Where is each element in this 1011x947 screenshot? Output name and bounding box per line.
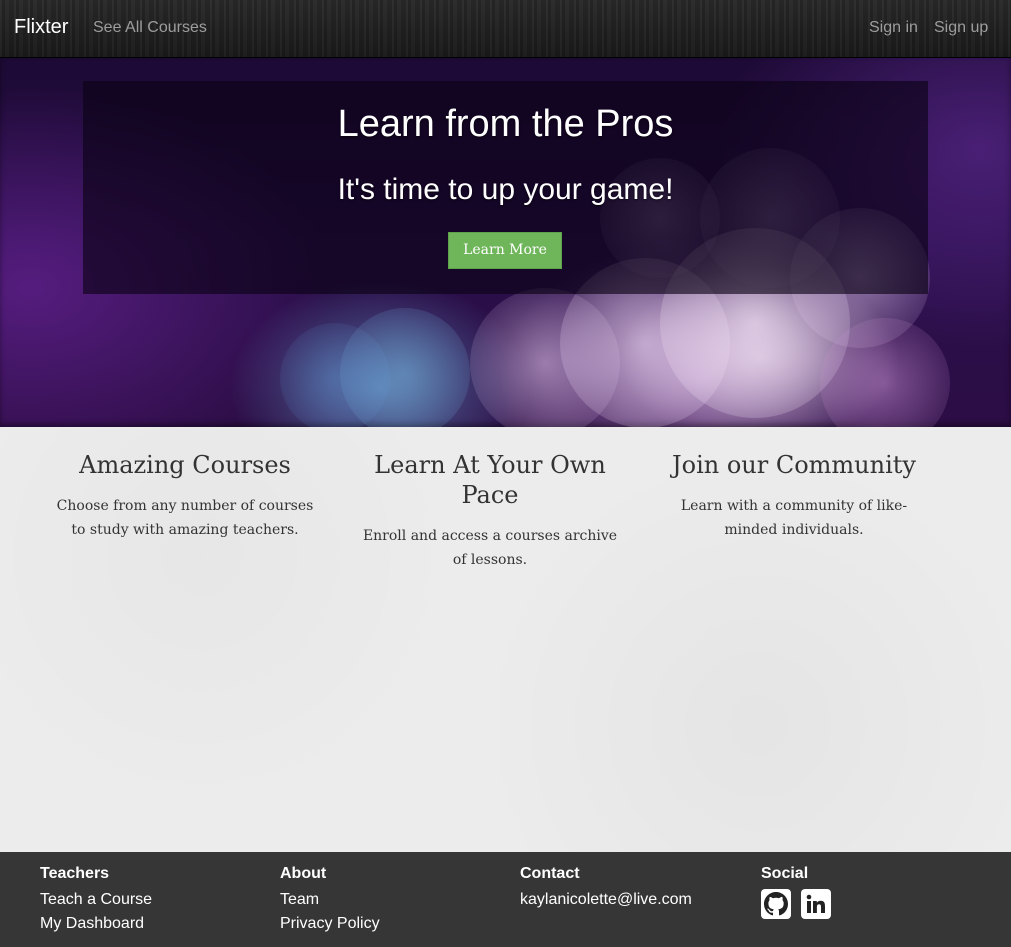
nav-link-see-all-courses[interactable]: See All Courses [93, 19, 207, 37]
footer-heading: About [280, 865, 327, 882]
learn-more-button[interactable]: Learn More [448, 232, 562, 269]
footer-column-contact: Contact kaylanicolette@live.com [520, 864, 692, 912]
site-footer: Teachers Teach a Course My Dashboard Abo… [0, 852, 1011, 947]
bokeh-light [470, 288, 620, 427]
footer-link-contact-email[interactable]: kaylanicolette@live.com [520, 888, 692, 912]
top-navbar: Flixter See All Courses Sign in Sign up [0, 0, 1011, 58]
footer-column-social: Social [761, 864, 831, 919]
feature-learn-at-your-own-pace: Learn At Your Own Pace Enroll and access… [345, 450, 635, 572]
bokeh-light [820, 318, 950, 427]
footer-link-team[interactable]: Team [280, 888, 380, 912]
social-icons [761, 889, 831, 919]
feature-text: Learn with a community of like-minded in… [680, 498, 908, 538]
footer-heading: Teachers [40, 865, 110, 882]
feature-title: Learn At Your Own Pace [374, 451, 606, 509]
feature-text: Enroll and access a courses archive of l… [362, 528, 618, 568]
feature-join-our-community: Join our Community Learn with a communit… [649, 450, 939, 542]
footer-link-teach-a-course[interactable]: Teach a Course [40, 888, 152, 912]
footer-column-about: About Team Privacy Policy [280, 864, 380, 936]
footer-link-privacy-policy[interactable]: Privacy Policy [280, 912, 380, 936]
feature-text: Choose from any number of courses to stu… [56, 498, 314, 538]
hero-banner: Learn from the Pros It's time to up your… [0, 58, 1011, 427]
feature-title: Amazing Courses [79, 451, 291, 479]
features-section: Amazing Courses Choose from any number o… [0, 428, 1011, 852]
hero-panel: Learn from the Pros It's time to up your… [83, 81, 928, 294]
nav-link-sign-up[interactable]: Sign up [934, 19, 988, 37]
brand-logo-link[interactable]: Flixter [14, 16, 68, 39]
bokeh-light [340, 308, 470, 427]
bokeh-light [280, 323, 390, 427]
hero-subtitle: It's time to up your game! [337, 173, 674, 206]
footer-column-teachers: Teachers Teach a Course My Dashboard [40, 864, 152, 936]
linkedin-icon[interactable] [801, 889, 831, 919]
github-icon[interactable] [761, 889, 791, 919]
footer-link-my-dashboard[interactable]: My Dashboard [40, 912, 152, 936]
hero-title: Learn from the Pros [337, 103, 674, 145]
footer-heading: Contact [520, 865, 580, 882]
footer-heading: Social [761, 865, 809, 882]
feature-title: Join our Community [672, 451, 916, 479]
nav-link-sign-in[interactable]: Sign in [869, 19, 918, 37]
feature-amazing-courses: Amazing Courses Choose from any number o… [40, 450, 330, 542]
